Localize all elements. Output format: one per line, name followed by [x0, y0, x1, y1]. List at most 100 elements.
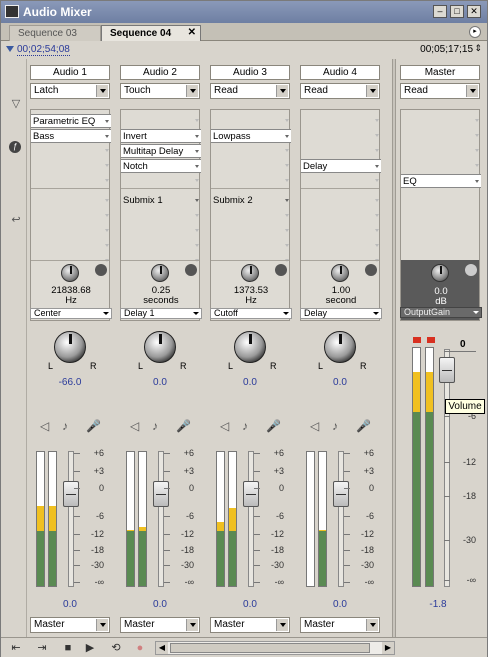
effect-parameter-knob[interactable] [331, 264, 349, 282]
chevron-down-icon[interactable] [475, 180, 479, 183]
effect-parameter-dropdown[interactable]: Center [30, 308, 112, 319]
tab-sequence-04[interactable]: Sequence 04 ✕ [101, 25, 201, 41]
chevron-down-icon[interactable] [186, 85, 198, 97]
pan-knob[interactable] [324, 331, 356, 363]
chevron-down-icon[interactable] [186, 619, 198, 631]
effect-slot[interactable] [121, 174, 201, 188]
volume-fader[interactable] [153, 481, 169, 507]
effect-bypass-icon[interactable] [365, 264, 377, 276]
effect-slot[interactable]: Lowpass [211, 129, 291, 143]
record-enable-icon[interactable]: 🎤 [266, 419, 281, 433]
output-dropdown[interactable]: Master [30, 617, 110, 633]
tab-sequence-03[interactable]: Sequence 03 [9, 25, 101, 41]
volume-value[interactable]: 0.0 [300, 599, 380, 610]
effect-bypass-icon[interactable] [465, 264, 477, 276]
effect-slot[interactable]: Delay [301, 159, 381, 173]
effect-slot[interactable] [401, 144, 481, 158]
chevron-down-icon[interactable] [285, 199, 289, 202]
effect-slot[interactable] [401, 114, 481, 128]
chevron-down-icon[interactable] [195, 150, 199, 153]
effect-slot[interactable]: Parametric EQ [31, 114, 111, 128]
chevron-down-icon[interactable] [366, 85, 378, 97]
play-in-to-out-icon[interactable]: ▶ [83, 641, 97, 655]
send-slot[interactable] [211, 209, 291, 223]
loop-icon[interactable]: ⟲ [109, 641, 123, 655]
pan-value[interactable]: 0.0 [210, 377, 290, 388]
volume-fader[interactable] [243, 481, 259, 507]
output-dropdown[interactable]: Master [210, 617, 290, 633]
send-slot[interactable] [211, 224, 291, 238]
pan-knob[interactable] [144, 331, 176, 363]
pan-value[interactable]: 0.0 [300, 377, 380, 388]
effect-slot[interactable] [301, 174, 381, 188]
go-to-in-icon[interactable]: ⇤ [9, 641, 23, 655]
close-tab-icon[interactable]: ✕ [188, 27, 196, 38]
chevron-down-icon[interactable] [195, 135, 199, 138]
automation-dropdown[interactable]: Read [210, 83, 290, 99]
timecode-arrows-icon[interactable]: ⇕ [474, 43, 482, 54]
effect-parameter-knob[interactable] [151, 264, 169, 282]
solo-icon[interactable]: ♪ [152, 419, 158, 433]
automation-dropdown[interactable]: Touch [120, 83, 200, 99]
effect-slot[interactable] [401, 159, 481, 173]
chevron-down-icon[interactable] [276, 619, 288, 631]
effect-bypass-icon[interactable] [185, 264, 197, 276]
go-to-out-icon[interactable]: ⇥ [35, 641, 49, 655]
volume-fader[interactable] [333, 481, 349, 507]
effect-slot[interactable]: Bass [31, 129, 111, 143]
pan-knob[interactable] [234, 331, 266, 363]
volume-fader[interactable] [439, 357, 455, 383]
volume-value[interactable]: 0.0 [120, 599, 200, 610]
effect-parameter-dropdown[interactable]: Delay 1 [120, 308, 202, 319]
pan-value[interactable]: -66.0 [30, 377, 110, 388]
master-track-name[interactable]: Master [400, 65, 480, 80]
effect-slot[interactable] [31, 144, 111, 158]
effect-parameter-dropdown[interactable]: Delay [300, 308, 382, 319]
send-slot[interactable]: Submix 1 [121, 194, 201, 208]
maximize-button[interactable]: □ [450, 5, 464, 18]
send-slot[interactable]: Submix 2 [211, 194, 291, 208]
record-enable-icon[interactable]: 🎤 [176, 419, 191, 433]
record-enable-icon[interactable]: 🎤 [356, 419, 371, 433]
effect-bypass-icon[interactable] [275, 264, 287, 276]
track-name[interactable]: Audio 2 [120, 65, 200, 80]
send-slot[interactable] [301, 209, 381, 223]
solo-icon[interactable]: ♪ [332, 419, 338, 433]
effect-slot[interactable] [401, 129, 481, 143]
chevron-down-icon[interactable] [466, 85, 478, 97]
effect-slot[interactable] [211, 174, 291, 188]
chevron-down-icon[interactable] [375, 165, 379, 168]
send-slot[interactable] [211, 239, 291, 253]
effect-bypass-icon[interactable] [95, 264, 107, 276]
effect-parameter-dropdown[interactable]: Cutoff [210, 308, 292, 319]
effect-parameter-dropdown[interactable]: OutputGain [400, 307, 482, 318]
mute-icon[interactable]: ◁ [220, 419, 229, 433]
close-button[interactable]: ✕ [467, 5, 481, 18]
effect-slot[interactable] [211, 114, 291, 128]
output-dropdown[interactable]: Master [300, 617, 380, 633]
effect-slot[interactable] [301, 144, 381, 158]
horizontal-scrollbar[interactable]: ◀ ▶ [155, 641, 395, 655]
effect-parameter-knob[interactable] [61, 264, 79, 282]
volume-value[interactable]: -1.8 [398, 599, 478, 610]
scroll-left-icon[interactable]: ◀ [156, 642, 168, 654]
solo-icon[interactable]: ♪ [62, 419, 68, 433]
track-name[interactable]: Audio 4 [300, 65, 380, 80]
effect-slot[interactable] [211, 159, 291, 173]
volume-value[interactable]: 0.0 [210, 599, 290, 610]
send-slot[interactable] [31, 209, 111, 223]
send-slot[interactable] [31, 224, 111, 238]
track-name[interactable]: Audio 1 [30, 65, 110, 80]
effect-slot[interactable]: EQ [401, 174, 481, 188]
effect-slot[interactable] [31, 174, 111, 188]
stop-icon[interactable]: ■ [61, 641, 75, 655]
send-slot[interactable] [301, 239, 381, 253]
chevron-down-icon[interactable] [105, 135, 109, 138]
send-slot[interactable] [121, 209, 201, 223]
effect-parameter-knob[interactable] [241, 264, 259, 282]
mute-icon[interactable]: ◁ [130, 419, 139, 433]
volume-fader[interactable] [63, 481, 79, 507]
effect-slot[interactable] [301, 114, 381, 128]
scroll-right-icon[interactable]: ▶ [382, 642, 394, 654]
chevron-down-icon[interactable] [195, 165, 199, 168]
